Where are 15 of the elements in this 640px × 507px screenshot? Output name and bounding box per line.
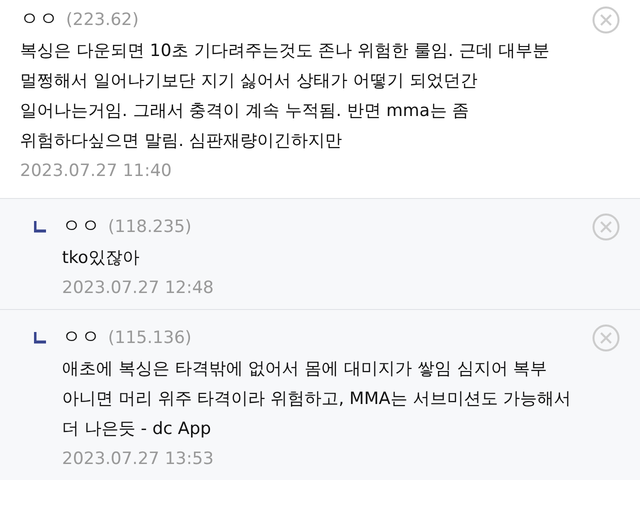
nickname: ㅇㅇ	[62, 214, 100, 239]
nickname: ㅇㅇ	[20, 7, 58, 32]
ip-address: (115.136)	[108, 328, 192, 348]
comment-date: 2023.07.27 11:40	[20, 160, 173, 183]
ip-address: (118.235)	[108, 217, 192, 237]
close-icon[interactable]	[592, 324, 620, 352]
close-icon[interactable]	[592, 6, 620, 34]
comment-date: 2023.07.27 12:48	[62, 277, 215, 300]
comment-text: 애초에 복싱은 타격밖에 없어서 몸에 대미지가 쌓임 심지어 복부 아니면 머리 위주 타격이라 위험하고, MMA는 서브미션도 가능해서 더 나은듯 - dc App	[62, 358, 572, 441]
comment-date: 2023.07.27 13:53	[62, 448, 215, 471]
ip-address: (223.62)	[66, 10, 139, 30]
comment-text: tko있잖아	[62, 247, 140, 270]
comment-text: 복싱은 다운되면 10초 기다려주는것도 존나 위험한 룰임. 근데 대부분 멀쩡해서 일어나기보단 지기 싫어서 상태가 어떻기 되었던간 일어나는거임. 그래서 충격이 계속 누적됨. 반면 mma는 좀 위험하다싶으면 말림. 심판재량이긴하지만	[20, 40, 550, 153]
nickname: ㅇㅇ	[62, 325, 100, 350]
close-icon[interactable]	[592, 213, 620, 241]
